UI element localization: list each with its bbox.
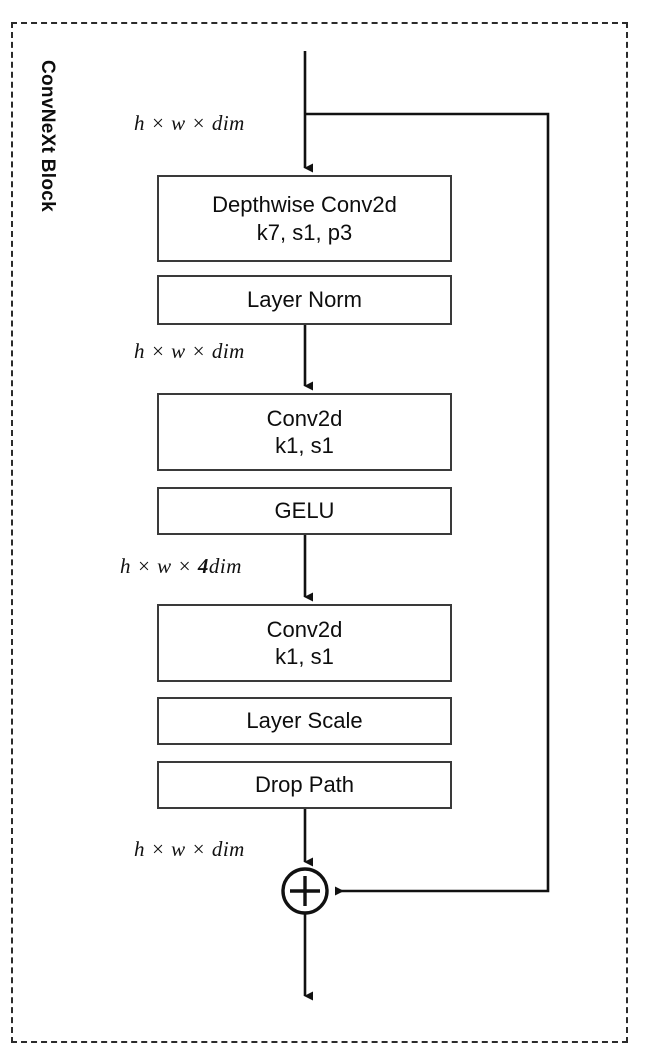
dim-label-prefix: h × w × [120,554,198,578]
block-layer-scale[interactable]: Layer Scale [157,697,452,745]
block-label-line1: Layer Norm [247,287,362,313]
dim-label-suffix: dim [208,554,242,578]
block-label-line2: k7, s1, p3 [256,219,353,245]
diagram-canvas: ConvNeXt Block Depthwise Conv2d k7, s1, … [0,0,645,1059]
block-label-line1: GELU [274,498,335,524]
block-drop-path[interactable]: Drop Path [157,761,452,809]
dim-label-multiplier: 4 [197,554,209,578]
block-gelu[interactable]: GELU [157,487,452,535]
block-label-line2: k1, s1 [275,644,334,669]
dim-label-after-layernorm: h × w × dim [134,339,245,363]
block-layer-norm[interactable]: Layer Norm [157,275,452,325]
block-label-line1: Drop Path [254,772,355,798]
block-title: ConvNeXt Block [37,60,58,213]
block-conv2d-2[interactable]: Conv2d k1, s1 [157,604,452,682]
block-label-line2: k1, s1 [275,433,334,458]
block-label-line1: Layer Scale [246,708,363,734]
block-conv2d-1[interactable]: Conv2d k1, s1 [157,393,452,471]
dim-label-input: h × w × dim [134,111,245,135]
dim-label-output: h × w × dim [134,837,245,861]
block-label-line1: Conv2d [266,616,343,642]
block-label-line1: Depthwise Conv2d [212,192,397,217]
block-depthwise-conv2d[interactable]: Depthwise Conv2d k7, s1, p3 [157,175,452,262]
block-label-line1: Conv2d [266,405,343,431]
dim-label-after-gelu: h × w × 4dim [120,554,242,579]
